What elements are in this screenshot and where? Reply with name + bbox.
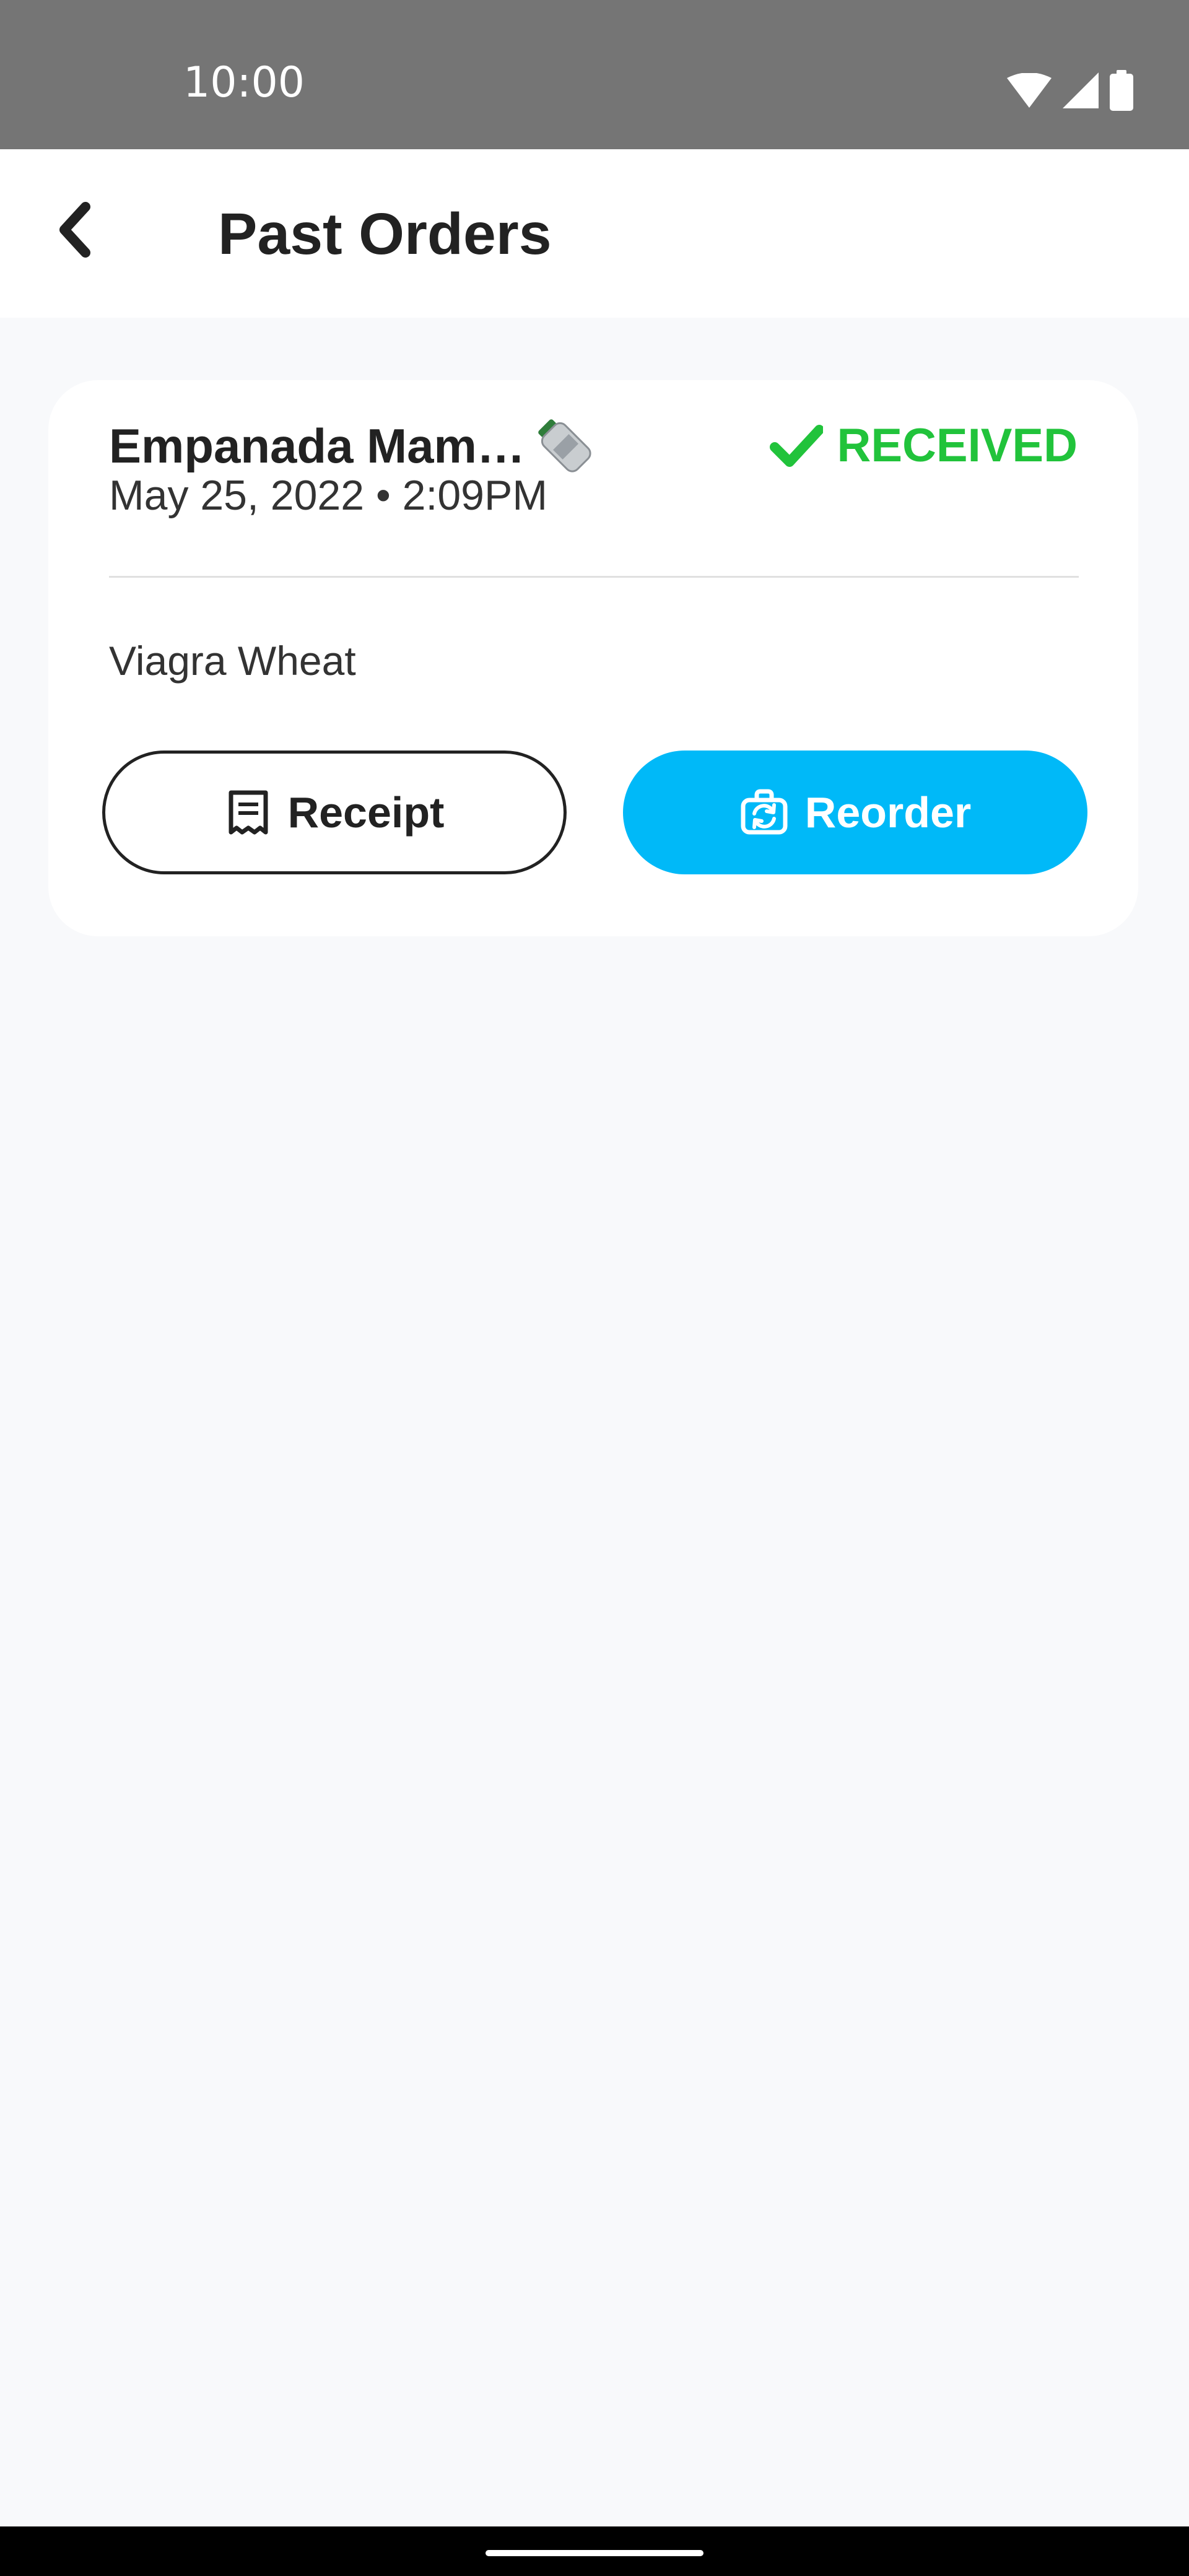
wifi-icon: [1007, 73, 1052, 108]
navigation-bar: [0, 2526, 1189, 2576]
divider: [109, 576, 1079, 578]
app-bar: Past Orders: [0, 149, 1189, 318]
page-title: Past Orders: [218, 201, 552, 267]
status-time: 10:00: [183, 58, 305, 107]
restaurant-name: Empanada Mam…: [109, 418, 525, 473]
status-bar: 10:00: [0, 0, 1189, 149]
reorder-button[interactable]: Reorder: [623, 751, 1087, 874]
signal-icon: [1063, 72, 1099, 108]
order-card: Empanada Mam… May 25, 2022 • 2:09PM RECE…: [48, 380, 1138, 936]
chevron-left-icon: [59, 202, 90, 258]
bottle-icon: [534, 416, 593, 476]
checkmark-icon: [770, 424, 824, 467]
receipt-button[interactable]: Receipt: [102, 751, 567, 874]
restaurant-row: Empanada Mam…: [109, 416, 593, 476]
status-badge: RECEIVED: [770, 417, 1078, 474]
home-indicator[interactable]: [486, 2550, 703, 2556]
battery-icon: [1110, 70, 1133, 111]
status-icons: [1007, 68, 1133, 113]
reorder-icon: [741, 789, 788, 835]
order-item: Viagra Wheat: [109, 638, 356, 684]
reorder-button-label: Reorder: [804, 788, 972, 837]
receipt-button-label: Receipt: [287, 788, 445, 837]
order-date: May 25, 2022 • 2:09PM: [109, 472, 547, 519]
status-label: RECEIVED: [837, 419, 1078, 472]
receipt-icon: [229, 790, 268, 835]
back-button[interactable]: [37, 186, 111, 273]
